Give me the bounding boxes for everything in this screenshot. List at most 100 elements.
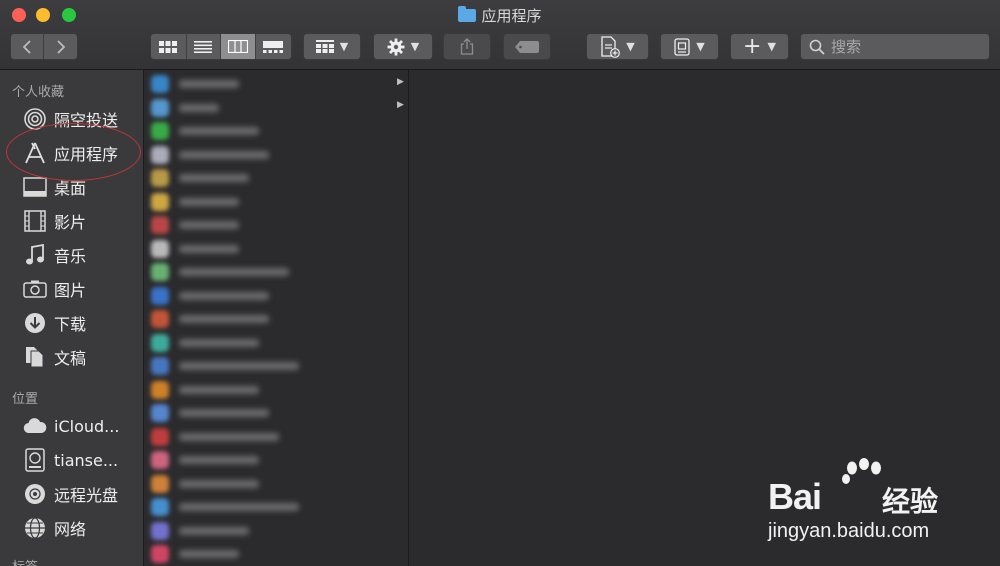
list-item[interactable] <box>151 97 219 119</box>
desktop-icon <box>22 175 48 199</box>
watermark-brand-main: Bai <box>768 476 822 517</box>
app-icon <box>151 122 169 140</box>
list-item[interactable] <box>151 426 279 448</box>
app-icon <box>151 521 169 540</box>
gallery-view-button[interactable] <box>255 34 291 59</box>
app-icon <box>151 239 169 258</box>
icon-view-button[interactable] <box>151 34 187 59</box>
blurred-file-name <box>179 197 239 206</box>
sidebar-item-label: 影片 <box>54 213 87 232</box>
group-by-button[interactable]: ▼ <box>303 33 361 60</box>
column-view-button[interactable] <box>221 34 256 59</box>
storage-button[interactable]: ▼ <box>660 33 719 60</box>
list-item[interactable] <box>151 543 239 565</box>
app-icon <box>151 427 169 446</box>
list-view-button[interactable] <box>186 34 222 59</box>
blurred-file-name <box>179 315 269 323</box>
blurred-file-name <box>179 291 269 300</box>
blurred-file-name <box>179 127 259 135</box>
app-icon <box>151 169 169 187</box>
chevron-left-icon <box>22 39 31 54</box>
chevron-down-icon: ▼ <box>626 40 635 53</box>
disclosure-triangle-icon: ▶ <box>397 77 404 87</box>
list-item[interactable] <box>151 238 239 260</box>
list-item[interactable] <box>151 167 249 189</box>
app-icon <box>151 145 169 164</box>
tag-button[interactable] <box>503 33 551 60</box>
list-item[interactable] <box>151 308 269 330</box>
disclosure-triangle-icon: ▶ <box>397 100 404 110</box>
blurred-file-name <box>179 526 249 535</box>
list-item[interactable] <box>151 473 259 495</box>
sidebar-item-documents[interactable]: 文稿 <box>0 342 144 372</box>
gear-icon <box>387 38 405 55</box>
watermark-cn: 经验 <box>882 485 939 518</box>
list-item[interactable] <box>151 191 239 213</box>
list-item[interactable] <box>151 402 269 424</box>
search-icon <box>809 39 825 55</box>
movies-icon <box>22 209 48 233</box>
folder-icon <box>458 6 477 22</box>
chevron-down-icon: ▼ <box>696 40 705 53</box>
list-item[interactable] <box>151 73 239 95</box>
sidebar-item-downloads[interactable]: 下载 <box>0 308 144 338</box>
app-icon <box>151 263 169 281</box>
sidebar-item-label: 文稿 <box>54 349 87 368</box>
share-icon <box>460 38 474 55</box>
app-icon <box>151 75 169 93</box>
list-item[interactable] <box>151 120 259 142</box>
forward-button[interactable] <box>44 34 77 59</box>
list-item[interactable] <box>151 144 269 166</box>
list-item[interactable] <box>151 379 259 401</box>
blurred-file-name <box>179 456 259 464</box>
search-field[interactable] <box>800 33 990 60</box>
list-item[interactable] <box>151 520 249 542</box>
group-icon <box>315 40 334 53</box>
sidebar-item-pictures[interactable]: 图片 <box>0 274 144 304</box>
app-icon <box>151 192 169 211</box>
add-button[interactable]: + ▼ <box>730 33 789 60</box>
chevron-down-icon: ▼ <box>410 40 420 53</box>
list-item[interactable] <box>151 261 289 283</box>
back-button[interactable] <box>11 34 45 59</box>
action-menu-button[interactable]: ▼ <box>373 33 433 60</box>
watermark-url: jingyan.baidu.com <box>768 520 930 542</box>
applications-column: ▶ ▶ <box>145 70 409 566</box>
search-input[interactable] <box>831 37 981 56</box>
blurred-file-name <box>179 103 219 112</box>
share-button[interactable] <box>443 33 491 60</box>
watermark-brand: Bai <box>768 476 873 518</box>
window-title-text: 应用程序 <box>481 7 542 25</box>
sidebar-item-label: tianse... <box>54 450 119 470</box>
sidebar-item-remote-disc[interactable]: 远程光盘 <box>0 479 144 509</box>
list-item[interactable] <box>151 449 259 471</box>
list-item[interactable] <box>151 496 299 518</box>
sidebar-item-movies[interactable]: 影片 <box>0 206 144 236</box>
sidebar-item-label: 远程光盘 <box>54 486 119 505</box>
list-item[interactable] <box>151 285 269 307</box>
toolbar: 应用程序 ▼ ▼ ▼ ▼ + ▼ 搜索 <box>0 0 1000 70</box>
list-item[interactable] <box>151 355 299 377</box>
downloads-icon <box>22 311 48 335</box>
new-document-icon <box>601 35 621 58</box>
app-icon <box>151 545 169 563</box>
window-title: 应用程序 <box>0 5 1000 26</box>
new-document-button[interactable]: ▼ <box>586 33 649 60</box>
view-mode-selector <box>150 33 292 60</box>
list-item[interactable] <box>151 214 239 236</box>
app-icon <box>151 98 169 117</box>
sidebar-item-disk[interactable]: tianse... <box>0 445 144 475</box>
blurred-file-name <box>179 150 269 159</box>
icloud-icon <box>22 414 48 438</box>
sidebar-item-icloud[interactable]: iCloud... <box>0 411 144 441</box>
blurred-file-name <box>179 503 299 511</box>
chevron-right-icon <box>56 39 65 54</box>
sidebar-item-network[interactable]: 网络 <box>0 513 144 543</box>
app-icon <box>151 333 169 352</box>
blurred-file-name <box>179 409 269 417</box>
list-item[interactable] <box>151 332 259 354</box>
pictures-icon <box>22 277 48 301</box>
app-icon <box>151 451 169 469</box>
sidebar-item-music[interactable]: 音乐 <box>0 240 144 270</box>
sidebar-item-label: 网络 <box>54 520 87 539</box>
